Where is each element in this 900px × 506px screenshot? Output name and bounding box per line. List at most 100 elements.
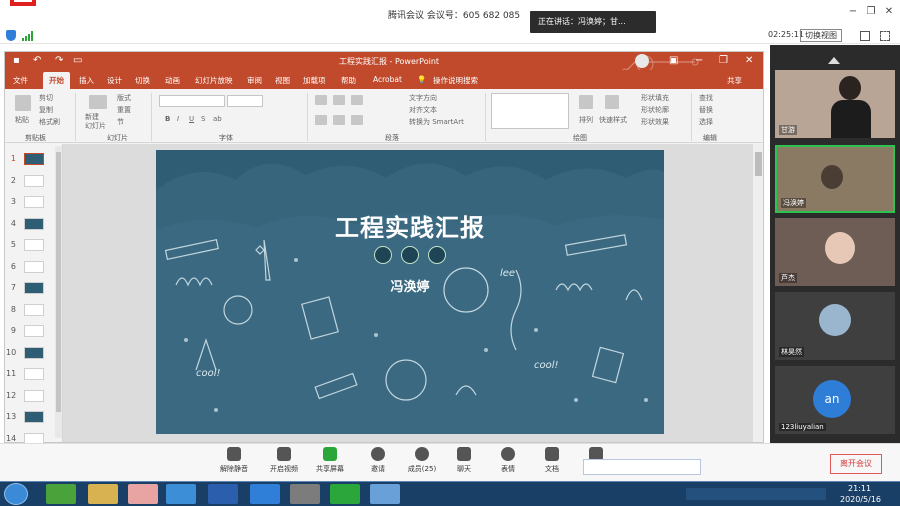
user-avatar[interactable] [635, 54, 649, 68]
undo-icon[interactable]: ↶ [33, 55, 41, 66]
arrange-button[interactable]: 排列 [579, 115, 593, 125]
restore-button[interactable]: ❐ [864, 6, 878, 18]
replace-button[interactable]: 替换 [699, 105, 713, 115]
section-button[interactable]: 节 [117, 117, 124, 127]
numbering-icon[interactable] [333, 95, 345, 105]
clock-time[interactable]: 21:11 [848, 484, 871, 493]
slide-thumbnail[interactable] [24, 411, 44, 423]
bullets-icon[interactable] [315, 95, 327, 105]
align-right-icon[interactable] [351, 115, 363, 125]
quick-styles-icon[interactable] [605, 95, 619, 109]
participant-tile[interactable]: 甘游 [775, 70, 895, 138]
slide-thumbnail[interactable] [24, 303, 44, 316]
share-button[interactable]: 共享 [727, 75, 742, 86]
word-icon[interactable] [208, 484, 238, 504]
new-slide-button[interactable]: 新建 幻灯片 [85, 113, 113, 131]
current-slide[interactable]: cool! lee cool! 工程实践汇报 冯涣婷 [156, 150, 664, 434]
slide-thumbnail[interactable] [24, 282, 44, 294]
slide-author[interactable]: 冯涣婷 [156, 276, 664, 295]
photos-icon[interactable] [370, 484, 400, 504]
quick-styles-button[interactable]: 快速样式 [599, 115, 627, 125]
wechat-icon[interactable] [330, 484, 360, 504]
panel-scroll-up-icon[interactable] [828, 57, 840, 64]
fullscreen-icon[interactable] [860, 31, 870, 41]
tab-slideshow[interactable]: 幻灯片放映 [195, 75, 233, 86]
tab-acrobat[interactable]: Acrobat [373, 75, 402, 84]
redo-icon[interactable]: ↷ [55, 55, 63, 66]
slide-thumbnail[interactable] [24, 174, 44, 187]
layout-button[interactable]: 版式 [117, 93, 131, 103]
participant-tile[interactable]: 芦杰 [775, 218, 895, 286]
network-signal-icon[interactable] [22, 31, 34, 41]
bold-button[interactable]: B [165, 115, 170, 123]
new-slide-icon[interactable] [89, 95, 107, 109]
tell-me-search[interactable]: 操作说明搜索 [433, 75, 478, 86]
paste-button[interactable]: 粘贴 [15, 115, 29, 125]
arrange-icon[interactable] [579, 95, 593, 109]
convert-smartart-button[interactable]: 转换为 SmartArt [409, 117, 464, 127]
shape-effects-button[interactable]: 形状效果 [641, 117, 669, 127]
tab-design[interactable]: 设计 [107, 75, 122, 86]
slide-thumbnail[interactable] [24, 389, 44, 402]
shield-icon[interactable] [6, 30, 16, 41]
emoji-button[interactable]: 表情 [488, 447, 528, 474]
tab-animations[interactable]: 动画 [165, 75, 180, 86]
ppt-restore-button[interactable]: ❐ [719, 55, 728, 66]
editor-scroll-thumb[interactable] [755, 152, 762, 176]
indent-icon[interactable] [351, 95, 363, 105]
editor-scrollbar[interactable] [753, 144, 763, 442]
tab-file[interactable]: 文件 [13, 75, 28, 86]
close-button[interactable]: ✕ [882, 6, 896, 18]
start-video-button[interactable]: 开启视频 [264, 447, 304, 474]
invite-button[interactable]: 邀请 [358, 447, 398, 474]
slide-thumbnail[interactable] [24, 368, 44, 380]
tab-addins[interactable]: 加载项 [303, 75, 326, 86]
font-family-select[interactable] [159, 95, 225, 107]
copy-button[interactable]: 复制 [39, 105, 53, 115]
ppt-close-button[interactable]: ✕ [745, 55, 753, 66]
format-painter-button[interactable]: 格式刷 [39, 117, 60, 127]
text-shadow-button[interactable]: ab [213, 115, 222, 123]
tab-insert[interactable]: 插入 [79, 75, 94, 86]
slide-thumbnail[interactable] [24, 325, 44, 337]
browser-360-icon[interactable] [46, 484, 76, 504]
chat-button[interactable]: 聊天 [444, 447, 484, 474]
slide-title[interactable]: 工程实践汇报 [156, 208, 664, 243]
tab-help[interactable]: 帮助 [341, 75, 356, 86]
unmute-button[interactable]: 解除静音 [214, 447, 254, 474]
tab-home[interactable]: 开始 [43, 72, 70, 89]
ribbon-display-icon[interactable]: ▣ [669, 55, 678, 66]
text-direction-button[interactable]: 文字方向 [409, 93, 437, 103]
font-size-select[interactable] [227, 95, 263, 107]
underline-button[interactable]: U [189, 115, 194, 123]
slide-thumbnail[interactable] [24, 239, 44, 251]
save-icon[interactable]: ▪ [13, 55, 20, 66]
shapes-gallery[interactable] [491, 93, 569, 129]
shape-fill-button[interactable]: 形状填充 [641, 93, 669, 103]
align-text-button[interactable]: 对齐文本 [409, 105, 437, 115]
slide-thumbnail[interactable] [24, 346, 44, 359]
ime-language-bar[interactable] [583, 459, 701, 475]
slide-thumbnail[interactable] [24, 196, 44, 208]
strikethrough-button[interactable]: S [201, 115, 205, 123]
exit-fullscreen-icon[interactable] [880, 31, 890, 41]
switch-view-button[interactable]: 切换视图 [800, 29, 842, 42]
tab-view[interactable]: 视图 [275, 75, 290, 86]
share-screen-button[interactable]: 共享屏幕 [310, 447, 350, 474]
align-left-icon[interactable] [315, 115, 327, 125]
start-from-beginning-icon[interactable]: ▭ [73, 55, 82, 66]
slide-thumbnail[interactable] [24, 217, 44, 230]
windows-start-icon[interactable] [4, 483, 28, 505]
shape-outline-button[interactable]: 形状轮廓 [641, 105, 669, 115]
leave-meeting-button[interactable]: 离开会议 [830, 454, 882, 474]
tencent-meeting-icon[interactable] [250, 484, 280, 504]
ppt-minimize-button[interactable]: − [695, 55, 703, 66]
file-explorer-icon[interactable] [88, 484, 118, 504]
slide-thumbnail[interactable] [24, 153, 44, 165]
find-button[interactable]: 查找 [699, 93, 713, 103]
paste-icon[interactable] [15, 95, 31, 111]
reset-button[interactable]: 重置 [117, 105, 131, 115]
select-button[interactable]: 选择 [699, 117, 713, 127]
clock-date[interactable]: 2020/5/16 [840, 495, 881, 504]
participant-tile[interactable]: 林昊然 [775, 292, 895, 360]
